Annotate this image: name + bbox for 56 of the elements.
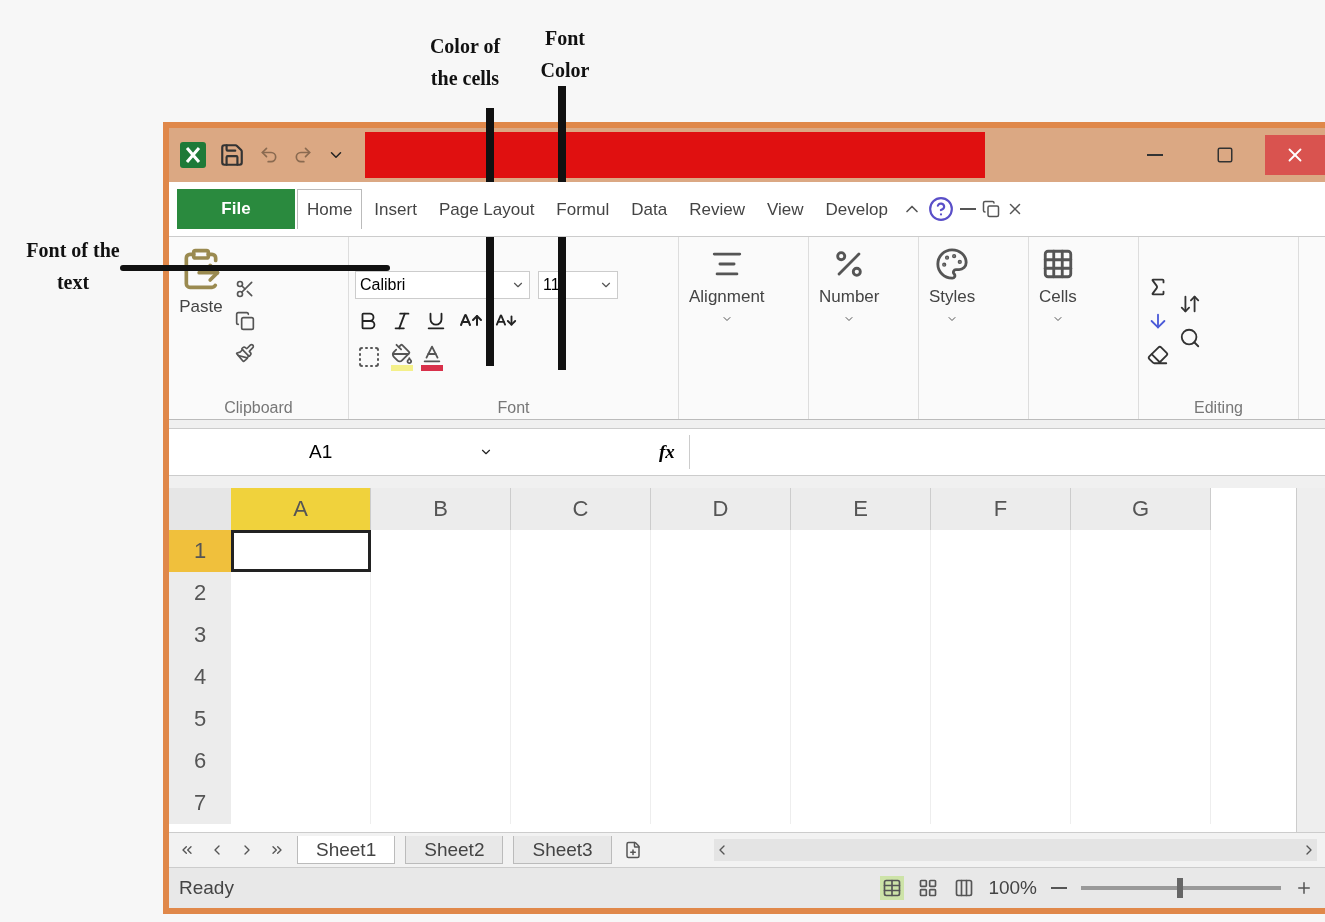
- annotation-label: Font of the text: [25, 238, 121, 295]
- annotation-label: Color of the cells: [428, 34, 502, 91]
- ribbon-group-button[interactable]: Cells: [1035, 243, 1081, 417]
- file-tab[interactable]: File: [177, 189, 295, 229]
- letter-icon: [421, 343, 443, 365]
- horizontal-scrollbar[interactable]: [713, 839, 1317, 861]
- ribbon-tab[interactable]: Develop: [815, 189, 898, 229]
- ribbon-tab[interactable]: Data: [621, 189, 678, 229]
- paint-bucket-icon: [391, 343, 413, 365]
- annotation-label: Font Color: [539, 26, 591, 83]
- sheet-tab[interactable]: Sheet2: [405, 836, 504, 864]
- ribbon-tab[interactable]: Page Layout: [428, 189, 545, 229]
- selected-cell[interactable]: [231, 530, 371, 572]
- column-header[interactable]: C: [511, 488, 651, 530]
- group-label: Clipboard: [223, 399, 294, 417]
- ribbon-tab[interactable]: Home: [297, 189, 363, 229]
- row-header[interactable]: 7: [169, 782, 231, 824]
- dash-icon: [959, 208, 976, 210]
- row-header[interactable]: 2: [169, 572, 231, 614]
- name-box[interactable]: A1: [169, 435, 509, 469]
- row-header[interactable]: 1: [169, 530, 231, 572]
- zoom-level[interactable]: 100%: [988, 877, 1037, 899]
- font-color-button[interactable]: [421, 343, 443, 371]
- font-size-field[interactable]: 11: [538, 271, 618, 299]
- fill-color-button[interactable]: [391, 343, 413, 371]
- row-header[interactable]: 4: [169, 656, 231, 698]
- column-header[interactable]: D: [651, 488, 791, 530]
- ribbon-tab[interactable]: View: [756, 189, 814, 229]
- close-button[interactable]: [1265, 135, 1325, 175]
- group-label: Font: [496, 399, 531, 417]
- zoom-slider-thumb[interactable]: [1177, 878, 1183, 898]
- status-text: Ready: [179, 877, 234, 899]
- ribbon-tab[interactable]: Formul: [546, 189, 620, 229]
- minimize-icon: [1147, 154, 1163, 156]
- function-label[interactable]: fx: [509, 441, 689, 463]
- column-header[interactable]: B: [371, 488, 511, 530]
- ribbon-group-button[interactable]: Alignment: [685, 243, 769, 417]
- row-header[interactable]: 3: [169, 614, 231, 656]
- restore-icon: [1216, 146, 1234, 164]
- ribbon-tab[interactable]: Insert: [364, 189, 427, 229]
- column-header[interactable]: G: [1071, 488, 1211, 530]
- paste-button[interactable]: Paste: [175, 243, 227, 399]
- group-label: Editing: [1193, 399, 1244, 417]
- ribbon-group-button[interactable]: Styles: [925, 243, 980, 417]
- column-header[interactable]: A: [231, 488, 371, 530]
- column-header[interactable]: E: [791, 488, 931, 530]
- column-header[interactable]: F: [931, 488, 1071, 530]
- styles-icon: [935, 247, 970, 281]
- sheet-tab[interactable]: Sheet1: [297, 836, 396, 864]
- font-name-field[interactable]: Calibri: [355, 271, 530, 299]
- ribbon-group-button[interactable]: Number: [815, 243, 884, 417]
- sheet-tab[interactable]: Sheet3: [513, 836, 612, 864]
- excel-logo-icon: [179, 141, 207, 169]
- row-header[interactable]: 5: [169, 698, 231, 740]
- ribbon-tab[interactable]: Review: [679, 189, 755, 229]
- row-header[interactable]: 6: [169, 740, 231, 782]
